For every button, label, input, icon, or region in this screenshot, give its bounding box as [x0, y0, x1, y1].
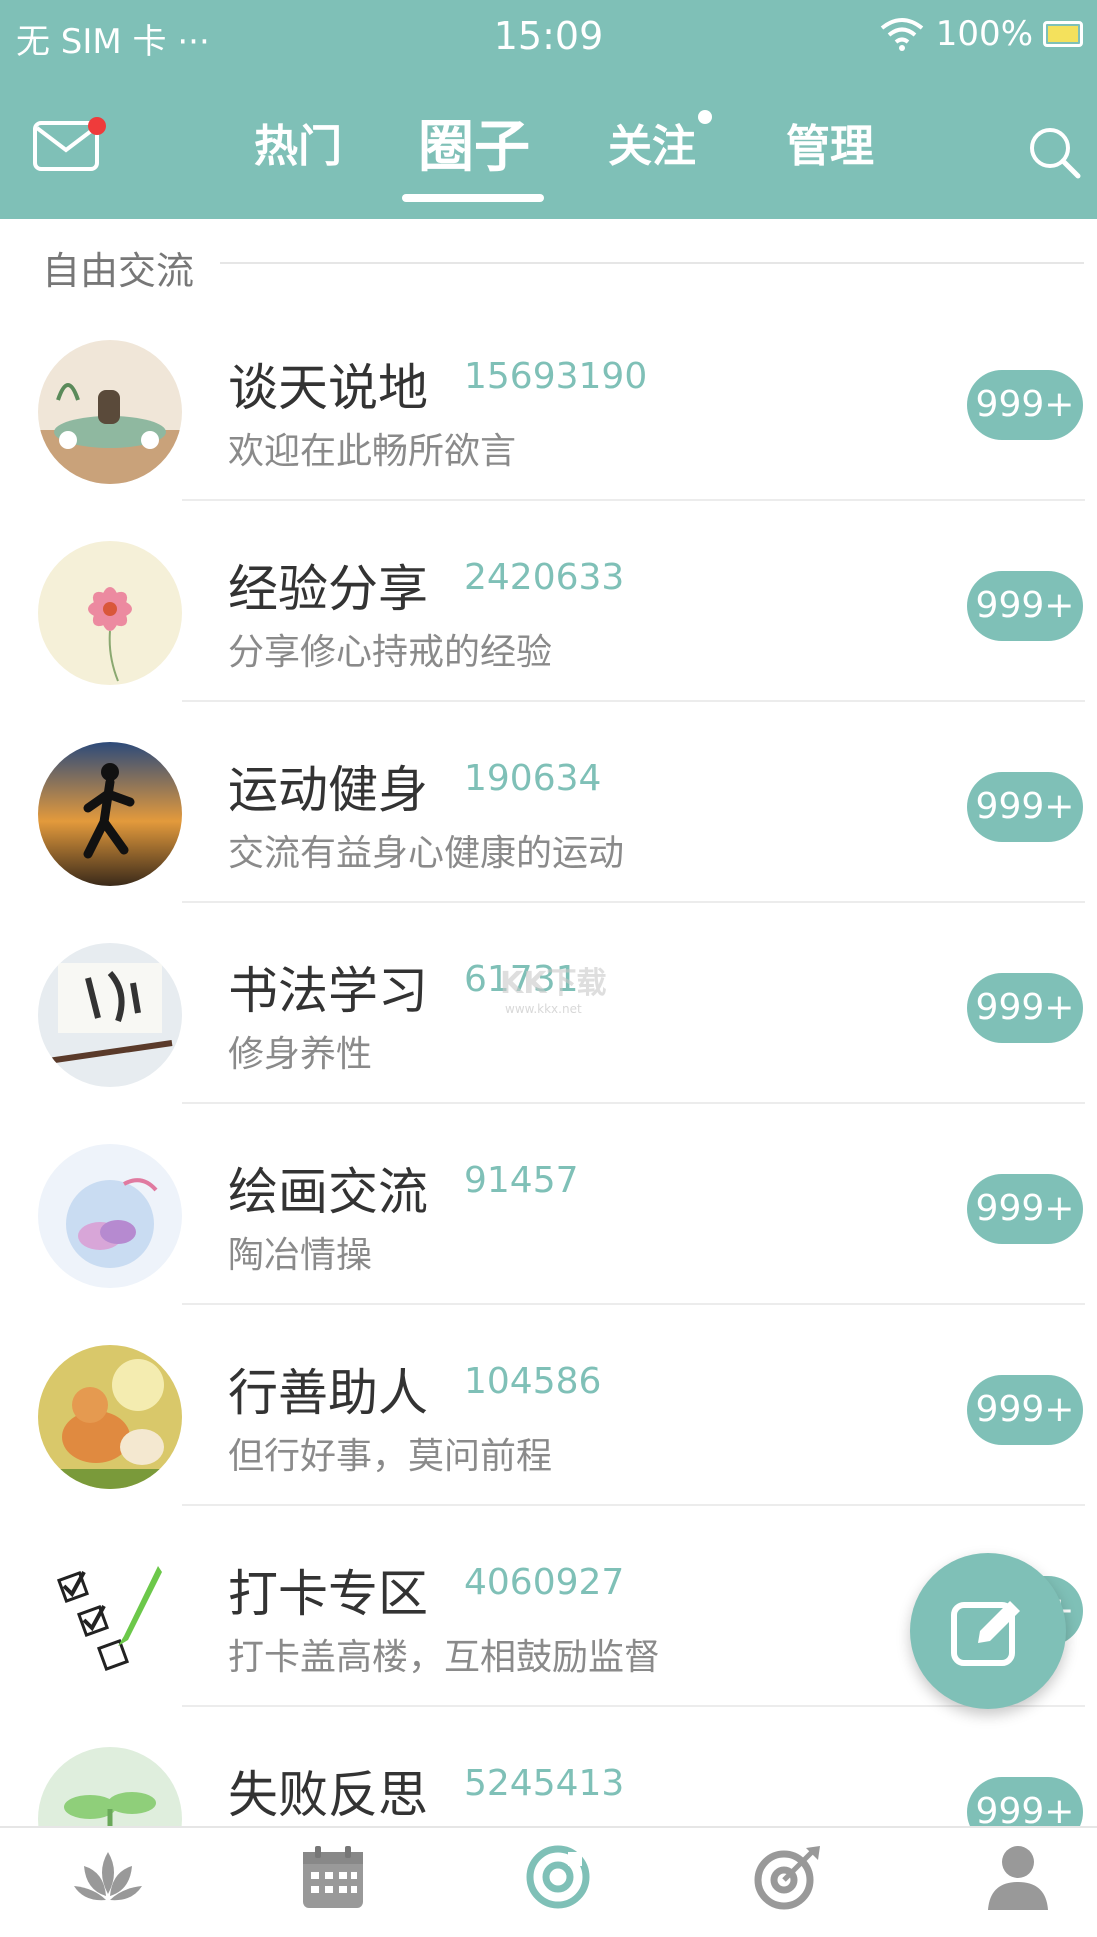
- circle-member-count: 5245413: [464, 1763, 625, 1804]
- unread-badge: 999+: [967, 772, 1083, 842]
- circle-description: 但行好事，莫问前程: [228, 1436, 553, 1477]
- wifi-icon: [880, 18, 924, 51]
- circle-title: 书法学习: [228, 962, 428, 1020]
- nav-item-calendar[interactable]: [273, 1842, 393, 1937]
- circle-description: 分享修心持戒的经验: [228, 632, 553, 673]
- circle-member-count: 4060927: [464, 1562, 625, 1603]
- search-icon[interactable]: [1026, 124, 1082, 180]
- person-icon: [988, 1846, 1048, 1910]
- circle-title: 绘画交流: [228, 1163, 428, 1221]
- circle-avatar: [38, 340, 182, 484]
- circle-title: 失败反思: [228, 1766, 428, 1824]
- edit-icon: [951, 1601, 1020, 1666]
- unread-badge: 999+: [967, 571, 1083, 641]
- tab-follow[interactable]: 关注: [608, 110, 696, 174]
- circle-description: 陶冶情操: [228, 1235, 373, 1276]
- calendar-icon: [303, 1846, 363, 1908]
- unread-badge: 999+: [967, 1174, 1083, 1244]
- tab-circles[interactable]: 圈子: [418, 102, 530, 183]
- checklist-image: [38, 1546, 182, 1690]
- circle-title: 打卡专区: [228, 1565, 428, 1623]
- list-item[interactable]: 绘画交流 91457 陶冶情操 999+: [0, 1104, 1097, 1305]
- circle-title: 谈天说地: [228, 359, 428, 417]
- nav-item-home[interactable]: [48, 1842, 168, 1937]
- circle-member-count: 190634: [464, 758, 602, 799]
- status-right: 100%: [878, 14, 1083, 54]
- section-divider: [220, 262, 1084, 264]
- status-bar: 无 SIM 卡 ··· 15:09 100%: [0, 0, 1097, 72]
- flower-image: [38, 541, 182, 685]
- battery-text: 100%: [935, 14, 1033, 54]
- watermark-logo: KK下载: [500, 966, 607, 1001]
- follow-notification-dot: [698, 110, 712, 124]
- lotus-icon: [74, 1852, 142, 1901]
- circle-member-count: 15693190: [464, 356, 648, 397]
- circle-member-count: 104586: [464, 1361, 602, 1402]
- unread-badge: 999+: [967, 1375, 1083, 1445]
- circle-avatar: [38, 1345, 182, 1489]
- unread-badge: 999+: [967, 370, 1083, 440]
- list-item[interactable]: 行善助人 104586 但行好事，莫问前程 999+: [0, 1305, 1097, 1506]
- section-title: 自由交流: [42, 249, 195, 293]
- target-icon: [754, 1846, 820, 1910]
- nav-item-circles[interactable]: [498, 1842, 618, 1937]
- circle-avatar: [38, 742, 182, 886]
- battery-icon: [1043, 21, 1083, 47]
- list-item[interactable]: 运动健身 190634 交流有益身心健康的运动 999+: [0, 702, 1097, 903]
- tea-set-image: [38, 340, 182, 484]
- circle-avatar: [38, 943, 182, 1087]
- circle-member-count: 91457: [464, 1160, 579, 1201]
- compose-button[interactable]: [910, 1553, 1066, 1709]
- list-item[interactable]: 谈天说地 15693190 欢迎在此畅所欲言 999+: [0, 300, 1097, 501]
- circle-avatar: [38, 1144, 182, 1288]
- circle-icon: [526, 1845, 590, 1909]
- bottom-nav: [0, 1826, 1097, 1937]
- calligraphy-image: [38, 943, 182, 1087]
- circle-title: 经验分享: [228, 560, 428, 618]
- unread-badge: 999+: [967, 973, 1083, 1043]
- watermark-url: www.kkx.net: [505, 1002, 582, 1016]
- nav-item-goals[interactable]: [728, 1842, 848, 1937]
- nav-item-profile[interactable]: [958, 1842, 1078, 1937]
- circle-member-count: 2420633: [464, 557, 625, 598]
- active-tab-indicator: [402, 194, 544, 202]
- tab-hot[interactable]: 热门: [254, 110, 342, 174]
- circle-avatar: [38, 1546, 182, 1690]
- circle-description: 交流有益身心健康的运动: [228, 833, 625, 874]
- circle-title: 运动健身: [228, 761, 428, 819]
- circle-avatar: [38, 541, 182, 685]
- circle-description: 打卡盖高楼，互相鼓励监督: [228, 1637, 661, 1678]
- circle-description: 欢迎在此畅所欲言: [228, 431, 517, 472]
- circle-title: 行善助人: [228, 1364, 428, 1422]
- painting-image: [38, 1144, 182, 1288]
- top-tabs: 热门 圈子 关注 管理: [0, 110, 1097, 210]
- circle-description: 修身养性: [228, 1034, 373, 1075]
- tab-manage[interactable]: 管理: [786, 110, 874, 174]
- runner-sunset-image: [38, 742, 182, 886]
- list-item[interactable]: 经验分享 2420633 分享修心持戒的经验 999+: [0, 501, 1097, 702]
- cat-and-dog-image: [38, 1345, 182, 1489]
